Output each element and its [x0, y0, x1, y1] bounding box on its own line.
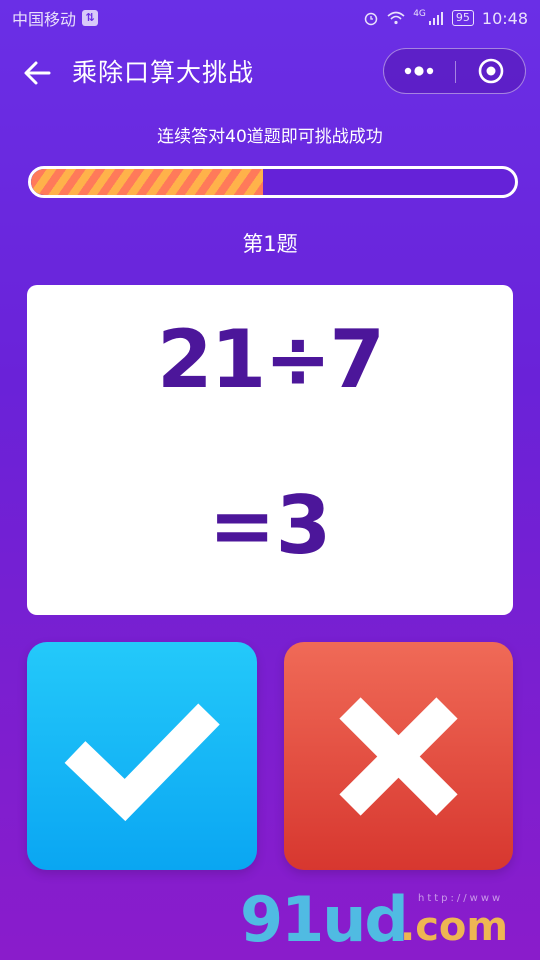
watermark-small-text: http://www [418, 893, 504, 904]
page-title: 乘除口算大挑战 [72, 58, 255, 87]
status-right: 4G 95 10:48 [363, 9, 528, 28]
back-arrow-icon [24, 61, 51, 85]
signal-icon [428, 12, 443, 25]
challenge-hint: 连续答对40道题即可挑战成功 [157, 127, 383, 147]
watermark-suffix: .com [400, 904, 509, 950]
network-label: 4G [413, 9, 426, 19]
back-button[interactable] [20, 56, 56, 90]
battery-indicator: 95 [451, 10, 474, 26]
cross-icon [339, 697, 458, 816]
correct-button[interactable] [27, 642, 257, 870]
question-number: 第1题 [242, 232, 298, 256]
watermark-logo: 91ud [240, 883, 409, 956]
progress-fill [31, 169, 264, 195]
check-icon [64, 703, 220, 822]
more-button[interactable] [384, 49, 454, 93]
progress-bar [28, 166, 518, 198]
question-expression: 21÷7 [156, 313, 385, 406]
question-answer: =3 [208, 479, 332, 572]
wifi-icon [387, 11, 405, 25]
watermark: 91ud .com http://www [240, 885, 530, 955]
mini-program-capsule [383, 48, 526, 94]
status-bar: 中国移动 ⇅ 4G 95 10:48 [0, 0, 540, 36]
alarm-icon [364, 12, 378, 26]
carrier-label: 中国移动 [12, 10, 77, 29]
question-card: 21÷7 =3 [27, 285, 513, 615]
wrong-button[interactable] [284, 642, 513, 870]
nav-bar: 乘除口算大挑战 [0, 44, 540, 102]
clock: 10:48 [481, 8, 528, 28]
close-mini-program-button[interactable] [456, 49, 526, 93]
more-dots-icon [404, 66, 434, 76]
sync-icon: ⇅ [82, 10, 99, 26]
target-close-icon [478, 58, 504, 84]
status-left: 中国移动 ⇅ [12, 6, 99, 30]
